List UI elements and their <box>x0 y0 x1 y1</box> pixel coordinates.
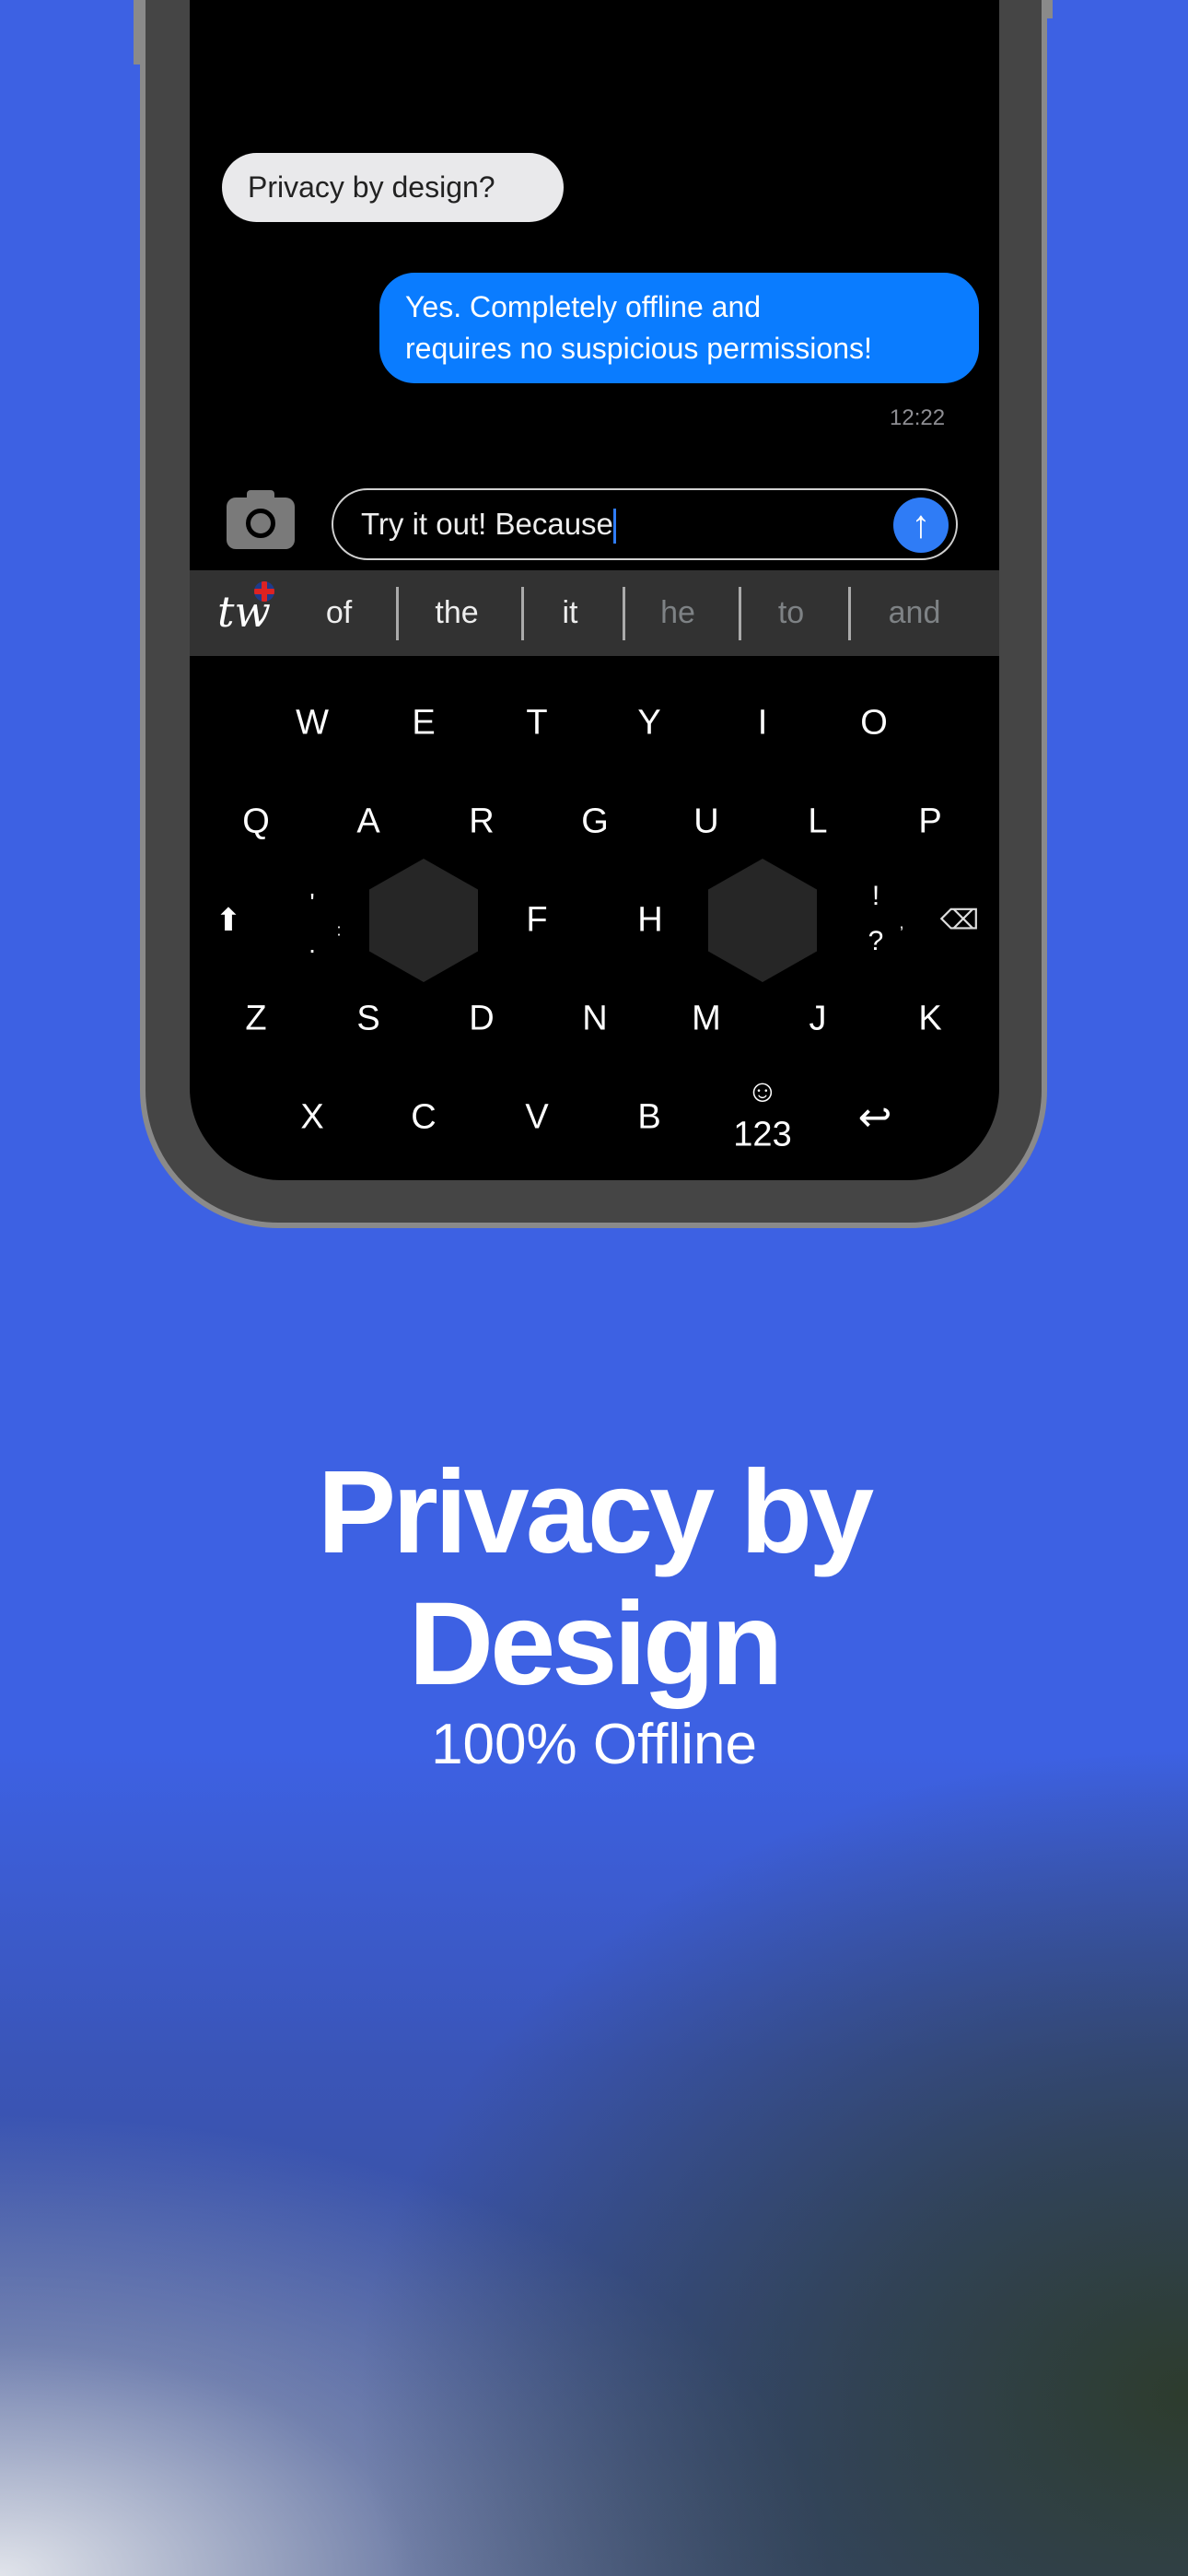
text-caret <box>612 509 616 544</box>
outgoing-message: Yes. Completely offline and requires no … <box>379 273 979 383</box>
key-t[interactable]: T <box>526 704 547 744</box>
phone-screen: Privacy by design? Yes. Completely offli… <box>190 0 999 1180</box>
key-j[interactable]: J <box>809 1000 827 1039</box>
camera-icon[interactable] <box>227 490 295 549</box>
suggestion-word[interactable]: the <box>435 570 478 656</box>
key-a[interactable]: A <box>356 802 379 842</box>
emoji-icon[interactable]: ☺ <box>747 1074 779 1110</box>
key-c[interactable]: C <box>411 1098 436 1138</box>
key-w[interactable]: W <box>296 704 329 744</box>
key-period[interactable]: . <box>309 930 316 959</box>
key-n[interactable]: N <box>582 1000 607 1039</box>
outgoing-line-2: requires no suspicious permissions! <box>405 332 872 365</box>
suggestion-bar: tw of the it he to and <box>190 570 999 656</box>
return-icon[interactable]: ↩ <box>858 1095 892 1142</box>
key-f[interactable]: F <box>526 901 547 941</box>
headline-subtitle: 100% Offline <box>431 1713 757 1776</box>
key-colon[interactable]: : <box>336 921 341 941</box>
suggestion-word[interactable]: he <box>660 570 695 656</box>
message-timestamp: 12:22 <box>890 405 946 430</box>
send-button[interactable]: ↑ <box>893 498 949 553</box>
numbers-key[interactable]: 123 <box>733 1116 791 1155</box>
divider <box>848 587 851 640</box>
headline-line-2: Design <box>408 1578 784 1710</box>
outgoing-line-1: Yes. Completely offline and <box>405 290 762 323</box>
key-r[interactable]: R <box>469 802 494 842</box>
suggestion-word[interactable]: to <box>778 570 804 656</box>
key-e[interactable]: E <box>412 704 435 744</box>
suggestion-word[interactable]: it <box>563 570 578 656</box>
divider <box>396 587 399 640</box>
key-comma[interactable]: , <box>899 914 903 933</box>
shift-icon[interactable]: ⬆ <box>215 902 242 939</box>
backspace-icon[interactable]: ⌫ <box>940 905 979 937</box>
key-x[interactable]: X <box>300 1098 323 1138</box>
message-input[interactable]: Try it out! Because ↑ <box>332 488 958 560</box>
key-i[interactable]: I <box>758 704 768 744</box>
key-v[interactable]: V <box>525 1098 548 1138</box>
key-b[interactable]: B <box>637 1098 660 1138</box>
divider <box>739 587 741 640</box>
headline-line-1: Privacy by <box>317 1446 874 1578</box>
key-h[interactable]: H <box>637 901 662 941</box>
key-y[interactable]: Y <box>637 704 660 744</box>
key-q[interactable]: Q <box>242 802 270 842</box>
key-p[interactable]: P <box>918 802 941 842</box>
divider <box>623 587 625 640</box>
uk-flag-icon <box>254 581 274 602</box>
key-z[interactable]: Z <box>245 1000 266 1039</box>
key-g[interactable]: G <box>581 802 609 842</box>
divider <box>521 587 524 640</box>
key-k[interactable]: K <box>918 1000 941 1039</box>
key-d[interactable]: D <box>469 1000 494 1039</box>
incoming-message: Privacy by design? <box>222 153 564 222</box>
hexagon-key[interactable] <box>369 859 478 982</box>
suggestion-word[interactable]: of <box>326 570 352 656</box>
key-s[interactable]: S <box>356 1000 379 1039</box>
key-m[interactable]: M <box>692 1000 721 1039</box>
key-o[interactable]: O <box>860 704 888 744</box>
key-u[interactable]: U <box>693 802 718 842</box>
key-l[interactable]: L <box>808 802 827 842</box>
arrow-up-icon: ↑ <box>911 502 931 545</box>
key-question[interactable]: ? <box>868 926 884 957</box>
key-apostrophe[interactable]: ' <box>309 888 314 918</box>
message-input-text: Try it out! Because <box>361 507 613 541</box>
key-exclamation[interactable]: ! <box>872 881 879 912</box>
hexagon-key[interactable] <box>708 859 817 982</box>
suggestion-word[interactable]: and <box>889 570 941 656</box>
